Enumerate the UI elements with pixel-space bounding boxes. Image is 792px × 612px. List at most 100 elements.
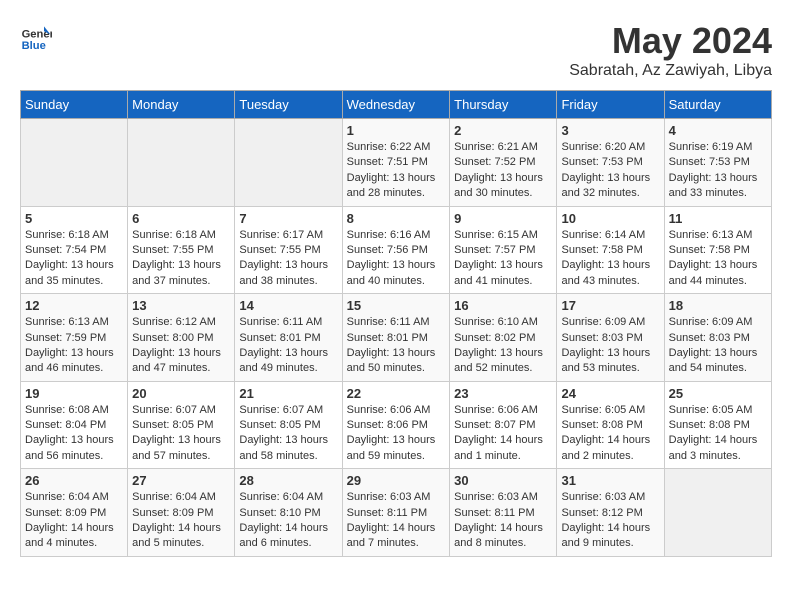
day-number: 19	[25, 386, 123, 401]
day-number: 1	[347, 123, 446, 138]
day-number: 31	[561, 473, 659, 488]
logo-icon: General Blue	[20, 20, 52, 52]
day-number: 2	[454, 123, 552, 138]
day-number: 8	[347, 211, 446, 226]
day-number: 12	[25, 298, 123, 313]
calendar-cell: 25 Sunrise: 6:05 AMSunset: 8:08 PMDayligh…	[664, 381, 771, 469]
calendar-cell: 13 Sunrise: 6:12 AMSunset: 8:00 PMDayligh…	[128, 294, 235, 382]
day-info: Sunrise: 6:18 AMSunset: 7:54 PMDaylight:…	[25, 228, 123, 290]
day-number: 6	[132, 211, 230, 226]
calendar-header-row: SundayMondayTuesdayWednesdayThursdayFrid…	[21, 91, 772, 119]
day-info: Sunrise: 6:07 AMSunset: 8:05 PMDaylight:…	[239, 403, 337, 465]
calendar-week-row: 12 Sunrise: 6:13 AMSunset: 7:59 PMDayligh…	[21, 294, 772, 382]
day-info: Sunrise: 6:06 AMSunset: 8:06 PMDaylight:…	[347, 403, 446, 465]
logo: General Blue	[20, 20, 52, 52]
calendar-cell: 20Sunrise: 6:07 AMSunset: 8:05 PMDayligh…	[128, 381, 235, 469]
day-info: Sunrise: 6:03 AMSunset: 8:12 PMDaylight:…	[561, 490, 659, 552]
weekday-header: Monday	[128, 91, 235, 119]
day-number: 14	[239, 298, 337, 313]
day-info: Sunrise: 6:10 AMSunset: 8:02 PMDaylight:…	[454, 315, 552, 377]
weekday-header: Wednesday	[342, 91, 450, 119]
calendar-cell: 26 Sunrise: 6:04 AMSunset: 8:09 PMDayligh…	[21, 469, 128, 557]
day-info: Sunrise: 6:12 AMSunset: 8:00 PMDaylight:…	[132, 315, 230, 377]
day-number: 24	[561, 386, 659, 401]
day-info: Sunrise: 6:17 AMSunset: 7:55 PMDaylight:…	[239, 228, 337, 290]
calendar-cell: 31 Sunrise: 6:03 AMSunset: 8:12 PMDayligh…	[557, 469, 664, 557]
calendar-cell: 23 Sunrise: 6:06 AMSunset: 8:07 PMDayligh…	[450, 381, 557, 469]
day-info: Sunrise: 6:16 AMSunset: 7:56 PMDaylight:…	[347, 228, 446, 290]
day-number: 23	[454, 386, 552, 401]
calendar-cell: 28 Sunrise: 6:04 AMSunset: 8:10 PMDayligh…	[235, 469, 342, 557]
day-number: 25	[669, 386, 767, 401]
calendar-table: SundayMondayTuesdayWednesdayThursdayFrid…	[20, 90, 772, 557]
day-number: 7	[239, 211, 337, 226]
day-number: 11	[669, 211, 767, 226]
day-info: Sunrise: 6:09 AMSunset: 8:03 PMDaylight:…	[561, 315, 659, 377]
day-number: 3	[561, 123, 659, 138]
weekday-header: Tuesday	[235, 91, 342, 119]
calendar-cell: 12 Sunrise: 6:13 AMSunset: 7:59 PMDayligh…	[21, 294, 128, 382]
calendar-cell: 24 Sunrise: 6:05 AMSunset: 8:08 PMDayligh…	[557, 381, 664, 469]
calendar-cell	[235, 119, 342, 207]
day-info: Sunrise: 6:11 AMSunset: 8:01 PMDaylight:…	[239, 315, 337, 377]
calendar-cell: 4Sunrise: 6:19 AMSunset: 7:53 PMDaylight…	[664, 119, 771, 207]
day-number: 9	[454, 211, 552, 226]
calendar-week-row: 26 Sunrise: 6:04 AMSunset: 8:09 PMDayligh…	[21, 469, 772, 557]
day-info: Sunrise: 6:18 AMSunset: 7:55 PMDaylight:…	[132, 228, 230, 290]
calendar-cell: 3Sunrise: 6:20 AMSunset: 7:53 PMDaylight…	[557, 119, 664, 207]
calendar-cell: 18Sunrise: 6:09 AMSunset: 8:03 PMDayligh…	[664, 294, 771, 382]
day-info: Sunrise: 6:08 AMSunset: 8:04 PMDaylight:…	[25, 403, 123, 465]
calendar-cell	[128, 119, 235, 207]
weekday-header: Friday	[557, 91, 664, 119]
weekday-header: Sunday	[21, 91, 128, 119]
day-info: Sunrise: 6:21 AMSunset: 7:52 PMDaylight:…	[454, 140, 552, 202]
calendar-cell: 30 Sunrise: 6:03 AMSunset: 8:11 PMDayligh…	[450, 469, 557, 557]
calendar-cell: 15 Sunrise: 6:11 AMSunset: 8:01 PMDayligh…	[342, 294, 450, 382]
calendar-cell: 17Sunrise: 6:09 AMSunset: 8:03 PMDayligh…	[557, 294, 664, 382]
day-number: 27	[132, 473, 230, 488]
day-info: Sunrise: 6:03 AMSunset: 8:11 PMDaylight:…	[347, 490, 446, 552]
day-info: Sunrise: 6:22 AMSunset: 7:51 PMDaylight:…	[347, 140, 446, 202]
day-number: 20	[132, 386, 230, 401]
day-info: Sunrise: 6:06 AMSunset: 8:07 PMDaylight:…	[454, 403, 552, 465]
day-info: Sunrise: 6:04 AMSunset: 8:09 PMDaylight:…	[25, 490, 123, 552]
calendar-cell: 14 Sunrise: 6:11 AMSunset: 8:01 PMDayligh…	[235, 294, 342, 382]
day-info: Sunrise: 6:19 AMSunset: 7:53 PMDaylight:…	[669, 140, 767, 202]
day-number: 10	[561, 211, 659, 226]
calendar-week-row: 1 Sunrise: 6:22 AMSunset: 7:51 PMDaylight…	[21, 119, 772, 207]
day-info: Sunrise: 6:11 AMSunset: 8:01 PMDaylight:…	[347, 315, 446, 377]
day-number: 16	[454, 298, 552, 313]
day-number: 15	[347, 298, 446, 313]
calendar-cell: 8 Sunrise: 6:16 AMSunset: 7:56 PMDaylight…	[342, 206, 450, 294]
calendar-cell: 5 Sunrise: 6:18 AMSunset: 7:54 PMDaylight…	[21, 206, 128, 294]
day-number: 26	[25, 473, 123, 488]
day-number: 29	[347, 473, 446, 488]
day-info: Sunrise: 6:09 AMSunset: 8:03 PMDaylight:…	[669, 315, 767, 377]
weekday-header: Thursday	[450, 91, 557, 119]
day-number: 30	[454, 473, 552, 488]
calendar-week-row: 5 Sunrise: 6:18 AMSunset: 7:54 PMDaylight…	[21, 206, 772, 294]
calendar-cell: 7 Sunrise: 6:17 AMSunset: 7:55 PMDaylight…	[235, 206, 342, 294]
calendar-cell: 11Sunrise: 6:13 AMSunset: 7:58 PMDayligh…	[664, 206, 771, 294]
calendar-cell: 19 Sunrise: 6:08 AMSunset: 8:04 PMDayligh…	[21, 381, 128, 469]
calendar-cell: 1 Sunrise: 6:22 AMSunset: 7:51 PMDaylight…	[342, 119, 450, 207]
day-info: Sunrise: 6:13 AMSunset: 7:59 PMDaylight:…	[25, 315, 123, 377]
day-info: Sunrise: 6:05 AMSunset: 8:08 PMDaylight:…	[669, 403, 767, 465]
day-number: 22	[347, 386, 446, 401]
calendar-cell: 10 Sunrise: 6:14 AMSunset: 7:58 PMDayligh…	[557, 206, 664, 294]
day-info: Sunrise: 6:15 AMSunset: 7:57 PMDaylight:…	[454, 228, 552, 290]
month-title: May 2024	[569, 20, 772, 62]
day-number: 5	[25, 211, 123, 226]
svg-text:Blue: Blue	[22, 40, 46, 52]
calendar-cell: 9 Sunrise: 6:15 AMSunset: 7:57 PMDaylight…	[450, 206, 557, 294]
day-number: 28	[239, 473, 337, 488]
day-number: 13	[132, 298, 230, 313]
calendar-cell: 16 Sunrise: 6:10 AMSunset: 8:02 PMDayligh…	[450, 294, 557, 382]
day-info: Sunrise: 6:14 AMSunset: 7:58 PMDaylight:…	[561, 228, 659, 290]
day-info: Sunrise: 6:04 AMSunset: 8:10 PMDaylight:…	[239, 490, 337, 552]
day-info: Sunrise: 6:04 AMSunset: 8:09 PMDaylight:…	[132, 490, 230, 552]
calendar-cell: 29 Sunrise: 6:03 AMSunset: 8:11 PMDayligh…	[342, 469, 450, 557]
day-info: Sunrise: 6:05 AMSunset: 8:08 PMDaylight:…	[561, 403, 659, 465]
svg-text:General: General	[22, 29, 52, 41]
day-info: Sunrise: 6:03 AMSunset: 8:11 PMDaylight:…	[454, 490, 552, 552]
